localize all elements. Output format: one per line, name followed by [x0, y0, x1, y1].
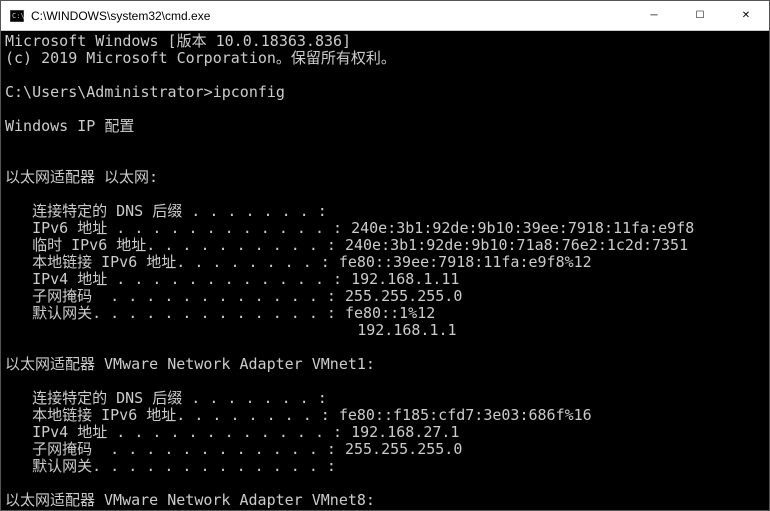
terminal-line: 默认网关. . . . . . . . . . . . . : — [5, 458, 765, 475]
terminal-line — [5, 186, 765, 203]
maximize-button[interactable]: ☐ — [677, 1, 723, 30]
terminal-output[interactable]: Microsoft Windows [版本 10.0.18363.836](c)… — [1, 31, 769, 510]
terminal-line — [5, 101, 765, 118]
terminal-line: 本地链接 IPv6 地址. . . . . . . . : fe80::f185… — [5, 407, 765, 424]
terminal-line: C:\Users\Administrator>ipconfig — [5, 84, 765, 101]
minimize-button[interactable]: ─ — [631, 1, 677, 30]
terminal-line: 子网掩码 . . . . . . . . . . . . : 255.255.2… — [5, 288, 765, 305]
cmd-window: C:\ C:\WINDOWS\system32\cmd.exe ─ ☐ ✕ Mi… — [0, 0, 770, 511]
window-title: C:\WINDOWS\system32\cmd.exe — [31, 9, 631, 23]
terminal-line: IPv4 地址 . . . . . . . . . . . . : 192.16… — [5, 271, 765, 288]
terminal-line: 192.168.1.1 — [5, 322, 765, 339]
terminal-line: 以太网适配器 VMware Network Adapter VMnet8: — [5, 492, 765, 509]
terminal-line: IPv6 地址 . . . . . . . . . . . . : 240e:3… — [5, 220, 765, 237]
terminal-line: 连接特定的 DNS 后缀 . . . . . . . : — [5, 390, 765, 407]
terminal-line — [5, 509, 765, 510]
terminal-line — [5, 67, 765, 84]
terminal-line: Windows IP 配置 — [5, 118, 765, 135]
terminal-line — [5, 135, 765, 152]
cmd-icon: C:\ — [9, 8, 25, 24]
terminal-line — [5, 152, 765, 169]
terminal-line — [5, 475, 765, 492]
terminal-line: 以太网适配器 VMware Network Adapter VMnet1: — [5, 356, 765, 373]
terminal-line: Microsoft Windows [版本 10.0.18363.836] — [5, 33, 765, 50]
terminal-line: 以太网适配器 以太网: — [5, 169, 765, 186]
terminal-line: 子网掩码 . . . . . . . . . . . . : 255.255.2… — [5, 441, 765, 458]
titlebar[interactable]: C:\ C:\WINDOWS\system32\cmd.exe ─ ☐ ✕ — [1, 1, 769, 31]
terminal-line — [5, 339, 765, 356]
terminal-line: 连接特定的 DNS 后缀 . . . . . . . : — [5, 203, 765, 220]
svg-text:C:\: C:\ — [12, 12, 24, 20]
terminal-line — [5, 373, 765, 390]
window-controls: ─ ☐ ✕ — [631, 1, 769, 30]
terminal-line: (c) 2019 Microsoft Corporation。保留所有权利。 — [5, 50, 765, 67]
terminal-line: 临时 IPv6 地址. . . . . . . . . . : 240e:3b1… — [5, 237, 765, 254]
terminal-line: 本地链接 IPv6 地址. . . . . . . . : fe80::39ee… — [5, 254, 765, 271]
terminal-line: IPv4 地址 . . . . . . . . . . . . : 192.16… — [5, 424, 765, 441]
terminal-line: 默认网关. . . . . . . . . . . . . : fe80::1%… — [5, 305, 765, 322]
close-button[interactable]: ✕ — [723, 1, 769, 30]
